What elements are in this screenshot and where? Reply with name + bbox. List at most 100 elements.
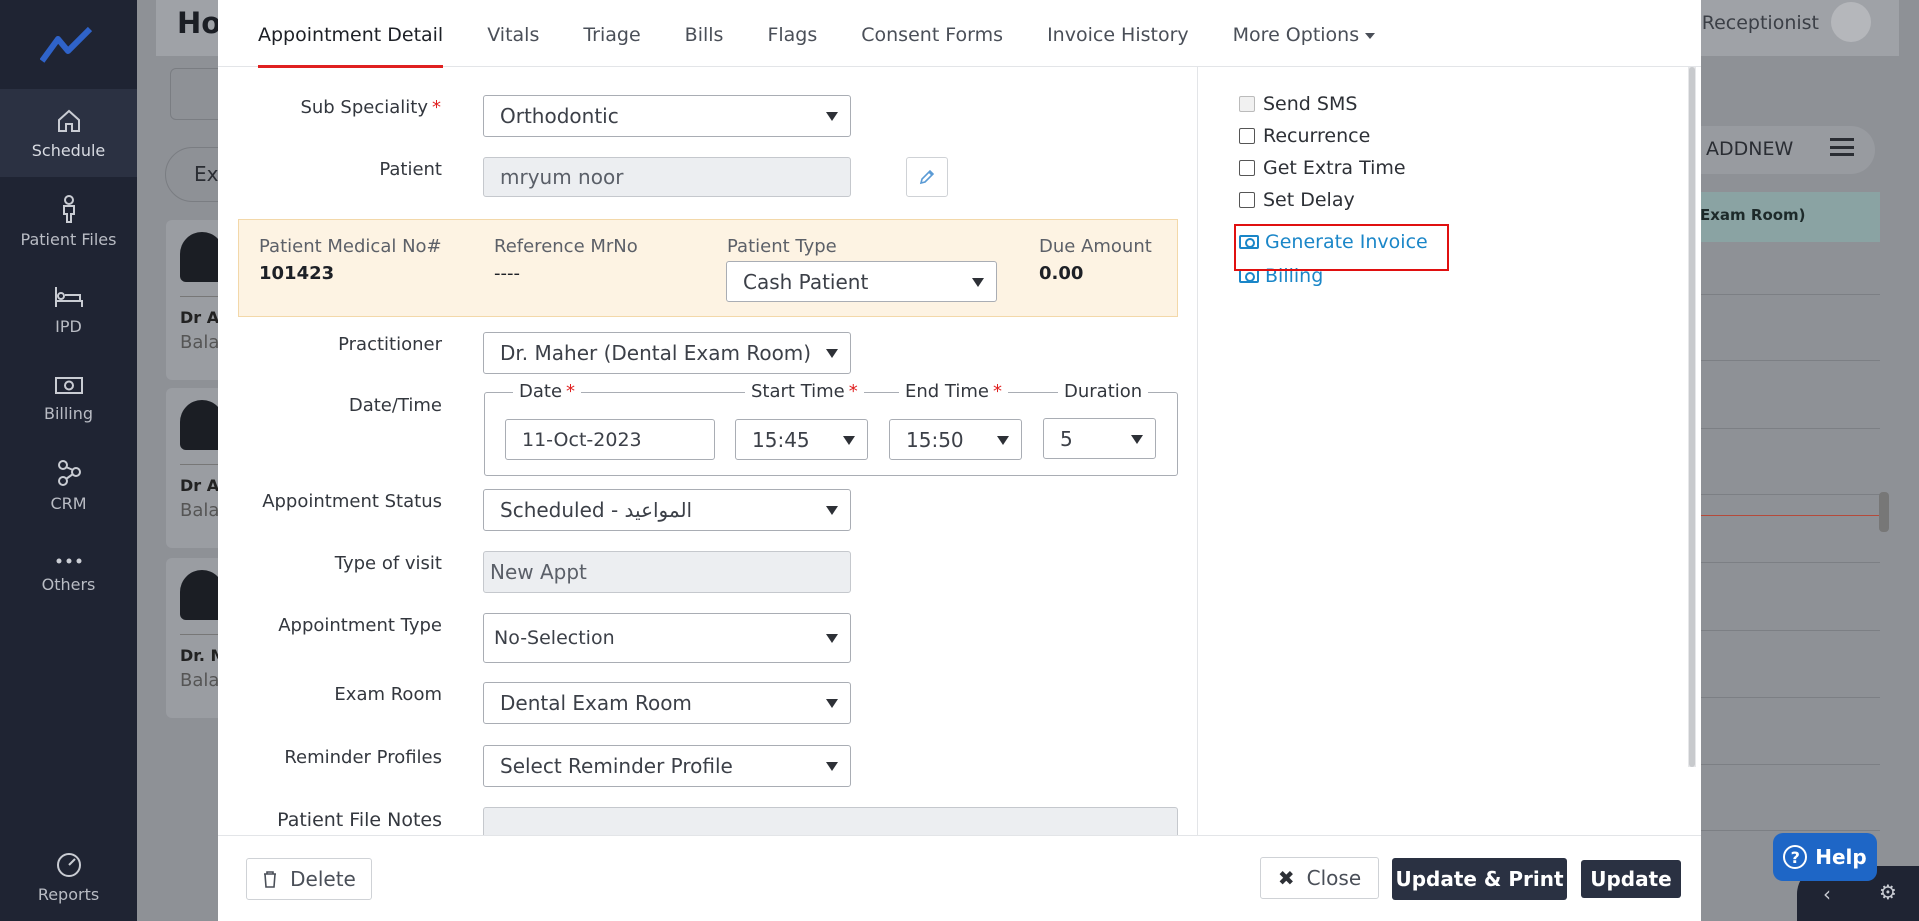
- datetime-label: Date/Time: [348, 395, 442, 416]
- exam-room-select[interactable]: Dental Exam Room: [483, 682, 851, 724]
- tab-bills[interactable]: Bills: [685, 0, 724, 67]
- recurrence-checkbox[interactable]: Recurrence: [1239, 125, 1370, 147]
- card-name: Dr A: [180, 476, 220, 495]
- tab-more-options[interactable]: More Options: [1233, 0, 1376, 67]
- avatar[interactable]: [1831, 2, 1871, 42]
- ref-mrno-label: Reference MrNo: [494, 236, 638, 257]
- modal-scrollbar[interactable]: [1688, 67, 1696, 767]
- dropdown-arrow-icon: [826, 349, 838, 358]
- tab-consent-forms[interactable]: Consent Forms: [861, 0, 1003, 67]
- patient-type-label: Patient Type: [727, 236, 837, 257]
- chevron-left-icon[interactable]: ‹: [1823, 882, 1831, 906]
- start-time-select[interactable]: 15:45: [735, 419, 868, 460]
- dropdown-arrow-icon: [826, 634, 838, 643]
- sidebar-item-label: Patient Files: [20, 229, 117, 249]
- appointment-type-select[interactable]: No-Selection: [483, 613, 851, 663]
- dropdown-arrow-icon: [997, 435, 1009, 445]
- practitioner-select[interactable]: Dr. Maher (Dental Exam Room): [483, 332, 851, 374]
- sub-speciality-select[interactable]: Orthodontic: [483, 95, 851, 137]
- set-delay-checkbox[interactable]: Set Delay: [1239, 189, 1355, 211]
- patient-info-box: Patient Medical No# 101423 Reference MrN…: [238, 219, 1178, 317]
- sidebar-item-label: IPD: [55, 316, 82, 336]
- money-icon: [1239, 269, 1259, 283]
- edit-patient-button[interactable]: [906, 157, 948, 197]
- sidebar-item-label: Schedule: [31, 140, 106, 160]
- card-sub: Bala: [180, 670, 220, 691]
- date-input[interactable]: 11-Oct-2023: [505, 419, 715, 460]
- duration-select[interactable]: 5: [1043, 418, 1156, 459]
- highlight-box: [1234, 224, 1449, 271]
- chart-icon: [56, 852, 81, 877]
- patient-file-notes-field[interactable]: [483, 807, 1178, 835]
- user-role: Receptionist: [1701, 12, 1819, 34]
- appointment-status-select[interactable]: Scheduled - المواعيد: [483, 489, 851, 531]
- appointment-status-label: Appointment Status: [262, 491, 442, 512]
- patient-file-notes-label: Patient File Notes: [277, 809, 442, 831]
- tab-appointment-detail[interactable]: Appointment Detail: [258, 0, 444, 68]
- gear-icon[interactable]: ⚙: [1879, 880, 1897, 904]
- close-button[interactable]: ✖ Close: [1260, 857, 1379, 899]
- sidebar-item-ipd[interactable]: IPD: [0, 265, 137, 353]
- tab-invoice-history[interactable]: Invoice History: [1047, 0, 1189, 67]
- sidebar-item-billing[interactable]: Billing: [0, 353, 137, 441]
- datetime-group: Date * Start Time * End Time * Duration 11-…: [484, 381, 1178, 476]
- medical-no-value: 101423: [259, 263, 335, 284]
- patient-type-select[interactable]: Cash Patient: [726, 261, 997, 302]
- sidebar-item-patient-files[interactable]: Patient Files: [0, 177, 137, 265]
- hamburger-icon: [1830, 138, 1854, 156]
- bed-icon: [54, 286, 83, 307]
- sidebar-item-schedule[interactable]: Schedule: [0, 89, 137, 177]
- reminder-profiles-label: Reminder Profiles: [284, 747, 442, 768]
- sidebar-item-crm[interactable]: CRM: [0, 441, 137, 529]
- sidebar-item-label: CRM: [50, 493, 87, 513]
- update-print-button[interactable]: Update & Print: [1392, 858, 1567, 900]
- options-panel: Send SMS Recurrence Get Extra Time Set D…: [1218, 67, 1678, 367]
- modal-footer: Delete ✖ Close Update & Print Update: [218, 835, 1701, 921]
- tab-vitals[interactable]: Vitals: [487, 0, 539, 67]
- sidebar-item-reports[interactable]: Reports: [0, 833, 137, 921]
- form-panel: Sub Speciality * Orthodontic Patient mryu…: [218, 67, 1198, 835]
- checkbox-icon: [1239, 160, 1255, 176]
- tab-bar: Appointment Detail Vitals Triage Bills F…: [218, 0, 1701, 68]
- medical-no-label: Patient Medical No#: [259, 236, 442, 257]
- tab-triage[interactable]: Triage: [583, 0, 640, 67]
- sub-speciality-label: Sub Speciality *: [300, 97, 441, 118]
- extra-time-checkbox[interactable]: Get Extra Time: [1239, 157, 1406, 179]
- date-label: Date *: [513, 381, 582, 402]
- end-time-select[interactable]: 15:50: [889, 419, 1022, 460]
- network-icon: [57, 459, 81, 486]
- close-icon: ✖: [1277, 866, 1295, 890]
- appointment-modal: Appointment Detail Vitals Triage Bills F…: [218, 0, 1701, 921]
- dots-icon: [56, 558, 81, 563]
- tab-flags[interactable]: Flags: [767, 0, 817, 67]
- logo-icon: [40, 26, 92, 63]
- visit-type-field: New Appt: [483, 551, 851, 593]
- due-amount-value: 0.00: [1039, 263, 1084, 284]
- card-sub: Bala: [180, 332, 220, 353]
- practitioner-label: Practitioner: [338, 334, 442, 355]
- update-button[interactable]: Update: [1581, 860, 1681, 898]
- send-sms-checkbox[interactable]: Send SMS: [1239, 93, 1357, 115]
- checkbox-icon: [1239, 128, 1255, 144]
- reminder-profile-select[interactable]: Select Reminder Profile: [483, 745, 851, 787]
- exam-room-label: Exam Room: [334, 684, 442, 705]
- trash-icon: [264, 871, 277, 888]
- sidebar-item-label: Reports: [37, 884, 100, 904]
- dropdown-arrow-icon: [826, 506, 838, 515]
- checkbox-icon: [1239, 96, 1255, 112]
- app-logo[interactable]: [0, 0, 137, 89]
- dropdown-arrow-icon: [843, 435, 855, 445]
- delete-button[interactable]: Delete: [246, 858, 372, 900]
- dropdown-arrow-icon: [826, 762, 838, 771]
- appointment-type-label: Appointment Type: [278, 615, 442, 636]
- card-name: Dr A: [180, 308, 220, 327]
- patient-field: mryum noor: [483, 157, 851, 197]
- home-icon: [57, 109, 80, 132]
- money-icon: [54, 376, 83, 394]
- sidebar-item-others[interactable]: Others: [0, 529, 137, 617]
- help-button[interactable]: ? Help: [1773, 833, 1877, 881]
- due-amount-label: Due Amount: [1039, 236, 1152, 257]
- duration-label: Duration: [1058, 381, 1149, 402]
- background-title: Ho: [177, 6, 222, 40]
- dropdown-arrow-icon: [972, 277, 984, 287]
